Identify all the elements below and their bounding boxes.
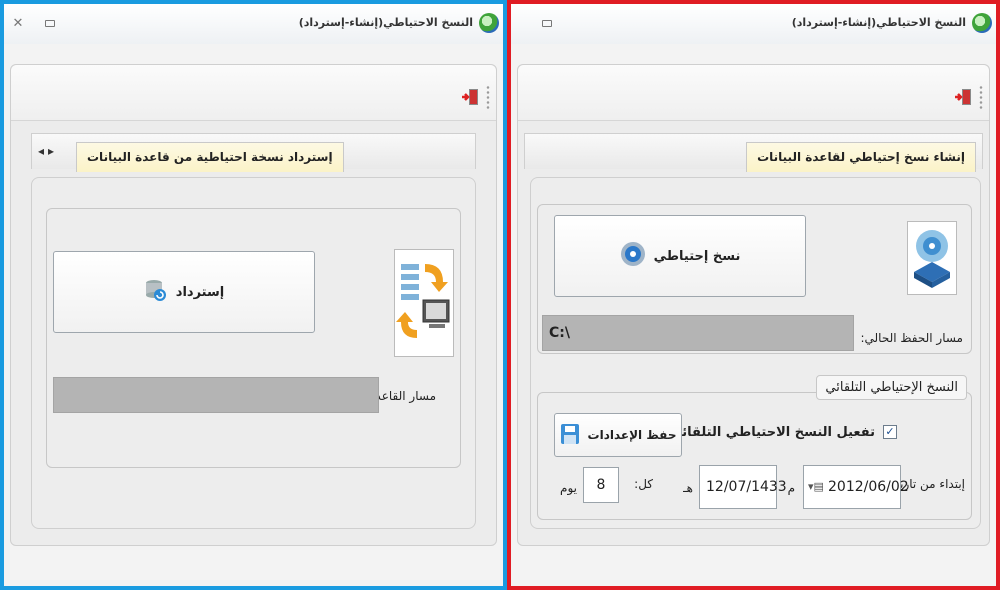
close-icon[interactable]: ✕	[10, 16, 26, 32]
restore-window: ✕ النسخ الاحتياطي(إنشاء-إسترداد) ◂▸ إستر…	[4, 4, 503, 586]
auto-backup-legend: النسخ الإحتياطي التلقائي	[816, 375, 967, 400]
current-path-field[interactable]: C:\	[542, 315, 854, 351]
exit-door-icon[interactable]	[953, 87, 973, 107]
toolbar	[11, 65, 496, 121]
backup-button[interactable]: نسخ إحتياطي	[554, 215, 806, 297]
backup-disc-icon	[620, 241, 646, 271]
tab-scroll-arrows[interactable]: ◂▸	[38, 144, 58, 158]
auto-backup-group: النسخ الإحتياطي التلقائي ✓ تفعيل النسخ ا…	[537, 375, 972, 520]
backup-window-frame: النسخ الاحتياطي(إنشاء-إسترداد) إنشاء نسخ…	[507, 0, 1000, 590]
tab-strip: إنشاء نسخ إحتياطي لقاعدة البيانات	[524, 133, 983, 172]
db-path-field[interactable]	[53, 377, 379, 413]
toolbar-grip[interactable]	[486, 85, 490, 109]
window-body: ◂▸ إسترداد نسخة احتياطية من قاعدة البيان…	[10, 64, 497, 546]
exit-door-icon[interactable]	[460, 87, 480, 107]
window-title: النسخ الاحتياطي(إنشاء-إسترداد)	[298, 16, 473, 29]
hijri-suffix: هـ	[683, 481, 693, 495]
every-label: كل:	[634, 477, 653, 491]
gregorian-date-picker[interactable]: ▾▤ 2012/06/02	[803, 465, 909, 509]
interval-unit: يوم	[560, 481, 577, 495]
tab-content-panel: نسخ إحتياطي مسار الحفظ الحالي: C:\ النسخ…	[530, 177, 981, 529]
backup-button-label: نسخ إحتياطي	[653, 248, 741, 264]
manual-backup-group: نسخ إحتياطي مسار الحفظ الحالي: C:\	[537, 204, 972, 354]
minimize-icon[interactable]	[42, 16, 58, 32]
restore-group: إسترداد مسار القاعدة:	[46, 208, 461, 468]
interval-field[interactable]: 8	[583, 467, 619, 503]
tab-restore[interactable]: إسترداد نسخة احتياطية من قاعدة البيانات	[76, 142, 344, 172]
gregorian-date-value: 2012/06/02	[828, 479, 909, 495]
calendar-icon[interactable]: ▾▤	[808, 466, 824, 508]
title-bar: النسخ الاحتياطي(إنشاء-إسترداد)	[511, 4, 996, 44]
restore-button[interactable]: إسترداد	[53, 251, 315, 333]
app-logo-icon	[479, 13, 499, 33]
current-path-label: مسار الحفظ الحالي:	[860, 331, 963, 345]
enable-auto-label: تفعيل النسخ الاحتياطي التلقائي	[669, 425, 875, 440]
floppy-disk-icon	[560, 423, 580, 448]
restore-button-label: إسترداد	[175, 284, 225, 300]
save-settings-label: حفظ الإعدادات	[587, 428, 677, 442]
backup-illustration-icon	[907, 221, 957, 295]
enable-auto-checkbox[interactable]: ✓	[883, 425, 897, 439]
gregorian-suffix: م	[787, 481, 795, 495]
restore-window-frame: ✕ النسخ الاحتياطي(إنشاء-إسترداد) ◂▸ إستر…	[0, 0, 507, 590]
window-title: النسخ الاحتياطي(إنشاء-إسترداد)	[791, 16, 966, 29]
tab-content-panel: إسترداد مسار القاعدة:	[31, 177, 476, 529]
database-restore-icon	[144, 278, 168, 306]
save-settings-button[interactable]: حفظ الإعدادات	[554, 413, 682, 457]
title-bar: ✕ النسخ الاحتياطي(إنشاء-إسترداد)	[4, 4, 503, 44]
toolbar	[518, 65, 989, 121]
minimize-icon[interactable]	[539, 16, 555, 32]
app-logo-icon	[972, 13, 992, 33]
tab-create-backup[interactable]: إنشاء نسخ إحتياطي لقاعدة البيانات	[746, 142, 976, 172]
hijri-date-field[interactable]: 12/07/1433	[699, 465, 787, 509]
tab-strip: ◂▸ إسترداد نسخة احتياطية من قاعدة البيان…	[31, 133, 476, 172]
restore-illustration-icon	[394, 249, 454, 357]
backup-window: النسخ الاحتياطي(إنشاء-إسترداد) إنشاء نسخ…	[511, 4, 996, 586]
window-body: إنشاء نسخ إحتياطي لقاعدة البيانات نسخ إح…	[517, 64, 990, 546]
toolbar-grip[interactable]	[979, 85, 983, 109]
